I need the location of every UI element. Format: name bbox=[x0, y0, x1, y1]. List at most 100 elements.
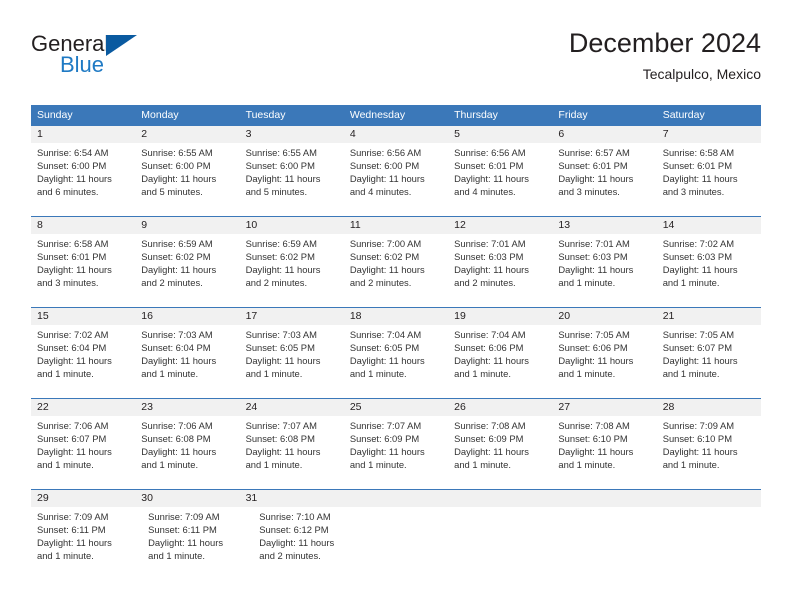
day-cell-empty bbox=[662, 507, 761, 580]
day-number[interactable]: 18 bbox=[344, 308, 448, 325]
day-cell[interactable]: Sunrise: 6:56 AM Sunset: 6:01 PM Dayligh… bbox=[448, 143, 552, 216]
day-number[interactable]: 31 bbox=[240, 490, 344, 507]
day-cell[interactable]: Sunrise: 6:56 AM Sunset: 6:00 PM Dayligh… bbox=[344, 143, 448, 216]
day-cell[interactable]: Sunrise: 7:01 AM Sunset: 6:03 PM Dayligh… bbox=[448, 234, 552, 307]
day-cell[interactable]: Sunrise: 7:05 AM Sunset: 6:07 PM Dayligh… bbox=[657, 325, 761, 398]
day-cell[interactable]: Sunrise: 7:10 AM Sunset: 6:12 PM Dayligh… bbox=[253, 507, 364, 580]
daylight-text-line1: Daylight: 11 hours bbox=[454, 355, 529, 367]
day-number[interactable]: 11 bbox=[344, 217, 448, 234]
day-number[interactable]: 23 bbox=[135, 399, 239, 416]
weekday-header-monday: Monday bbox=[141, 109, 179, 121]
day-cell[interactable]: Sunrise: 7:02 AM Sunset: 6:04 PM Dayligh… bbox=[31, 325, 135, 398]
day-number[interactable]: 17 bbox=[240, 308, 344, 325]
daylight-text-line2: and 1 minute. bbox=[349, 459, 407, 471]
week-day-number-band: 15 16 17 18 19 20 21 bbox=[31, 308, 761, 325]
day-number[interactable]: 22 bbox=[31, 399, 135, 416]
day-number[interactable]: 10 bbox=[240, 217, 344, 234]
day-cell[interactable]: Sunrise: 7:09 AM Sunset: 6:11 PM Dayligh… bbox=[142, 507, 253, 580]
day-cell-empty bbox=[563, 507, 662, 580]
blue-triangle-icon bbox=[106, 35, 137, 56]
day-cell[interactable]: Sunrise: 7:01 AM Sunset: 6:03 PM Dayligh… bbox=[552, 234, 656, 307]
sunrise-text: Sunrise: 7:02 AM bbox=[662, 238, 735, 249]
day-number[interactable]: 12 bbox=[448, 217, 552, 234]
day-cell[interactable]: Sunrise: 7:04 AM Sunset: 6:05 PM Dayligh… bbox=[344, 325, 448, 398]
day-cell[interactable]: Sunrise: 6:54 AM Sunset: 6:00 PM Dayligh… bbox=[31, 143, 135, 216]
sunset-text: Sunset: 6:10 PM bbox=[558, 433, 628, 445]
day-cell[interactable]: Sunrise: 7:00 AM Sunset: 6:02 PM Dayligh… bbox=[344, 234, 448, 307]
sunrise-text: Sunrise: 7:07 AM bbox=[245, 420, 317, 431]
day-cell[interactable]: Sunrise: 7:02 AM Sunset: 6:03 PM Dayligh… bbox=[657, 234, 761, 307]
sunrise-text: Sunrise: 7:00 AM bbox=[349, 238, 422, 249]
calendar-page: General Blue December 2024 Tecalpulco, M… bbox=[0, 0, 792, 612]
day-number[interactable]: 14 bbox=[657, 217, 761, 234]
day-cell[interactable]: Sunrise: 7:08 AM Sunset: 6:10 PM Dayligh… bbox=[552, 416, 656, 489]
day-number[interactable]: 7 bbox=[657, 126, 761, 143]
day-cell[interactable]: Sunrise: 7:04 AM Sunset: 6:06 PM Dayligh… bbox=[448, 325, 552, 398]
sunset-text: Sunset: 6:03 PM bbox=[454, 251, 524, 263]
weekday-header-friday: Friday bbox=[558, 109, 588, 121]
daylight-text-line2: and 1 minute. bbox=[662, 277, 720, 289]
location-label: Tecalpulco, Mexico bbox=[642, 66, 761, 82]
day-cell[interactable]: Sunrise: 6:59 AM Sunset: 6:02 PM Dayligh… bbox=[135, 234, 239, 307]
day-number[interactable]: 2 bbox=[135, 126, 239, 143]
weekday-header-thursday: Thursday bbox=[454, 109, 498, 121]
week-day-number-band: 29 30 31 bbox=[31, 490, 761, 507]
day-cell[interactable]: Sunrise: 7:03 AM Sunset: 6:04 PM Dayligh… bbox=[135, 325, 239, 398]
daylight-text-line1: Daylight: 11 hours bbox=[558, 446, 634, 458]
day-number[interactable]: 5 bbox=[448, 126, 552, 143]
day-cell[interactable]: Sunrise: 6:59 AM Sunset: 6:02 PM Dayligh… bbox=[240, 234, 344, 307]
general-blue-logo[interactable]: General Blue bbox=[31, 32, 151, 84]
sunrise-text: Sunrise: 7:08 AM bbox=[454, 420, 526, 431]
day-number[interactable]: 29 bbox=[31, 490, 135, 507]
week-detail-band: Sunrise: 7:09 AM Sunset: 6:11 PM Dayligh… bbox=[31, 507, 761, 580]
day-cell[interactable]: Sunrise: 6:55 AM Sunset: 6:00 PM Dayligh… bbox=[135, 143, 239, 216]
day-cell[interactable]: Sunrise: 7:09 AM Sunset: 6:10 PM Dayligh… bbox=[657, 416, 761, 489]
day-number[interactable]: 20 bbox=[552, 308, 656, 325]
day-number[interactable]: 25 bbox=[344, 399, 448, 416]
daylight-text-line1: Daylight: 11 hours bbox=[141, 264, 217, 276]
day-cell[interactable]: Sunrise: 7:08 AM Sunset: 6:09 PM Dayligh… bbox=[448, 416, 552, 489]
day-number[interactable]: 21 bbox=[657, 308, 761, 325]
day-cell[interactable]: Sunrise: 6:55 AM Sunset: 6:00 PM Dayligh… bbox=[240, 143, 344, 216]
calendar-grid: Sunday Monday Tuesday Wednesday Thursday… bbox=[31, 105, 761, 580]
day-cell[interactable]: Sunrise: 7:03 AM Sunset: 6:05 PM Dayligh… bbox=[240, 325, 344, 398]
day-cell[interactable]: Sunrise: 7:06 AM Sunset: 6:07 PM Dayligh… bbox=[31, 416, 135, 489]
daylight-text-line1: Daylight: 11 hours bbox=[349, 173, 425, 185]
day-cell[interactable]: Sunrise: 6:58 AM Sunset: 6:01 PM Dayligh… bbox=[657, 143, 761, 216]
daylight-text-line1: Daylight: 11 hours bbox=[37, 537, 112, 549]
day-cell[interactable]: Sunrise: 7:07 AM Sunset: 6:09 PM Dayligh… bbox=[344, 416, 448, 489]
day-number-empty bbox=[657, 490, 761, 507]
day-number[interactable]: 1 bbox=[31, 126, 135, 143]
day-cell[interactable]: Sunrise: 7:06 AM Sunset: 6:08 PM Dayligh… bbox=[135, 416, 239, 489]
day-number[interactable]: 4 bbox=[344, 126, 448, 143]
sunset-text: Sunset: 6:07 PM bbox=[662, 342, 732, 354]
day-number[interactable]: 19 bbox=[448, 308, 552, 325]
day-number[interactable]: 24 bbox=[240, 399, 344, 416]
daylight-text-line2: and 1 minute. bbox=[349, 368, 407, 380]
page-header: General Blue December 2024 Tecalpulco, M… bbox=[31, 26, 761, 98]
sunset-text: Sunset: 6:09 PM bbox=[349, 433, 420, 445]
day-number[interactable]: 3 bbox=[240, 126, 344, 143]
daylight-text-line1: Daylight: 11 hours bbox=[37, 446, 112, 458]
sunset-text: Sunset: 6:08 PM bbox=[245, 433, 315, 445]
day-cell[interactable]: Sunrise: 6:58 AM Sunset: 6:01 PM Dayligh… bbox=[31, 234, 135, 307]
day-cell[interactable]: Sunrise: 7:07 AM Sunset: 6:08 PM Dayligh… bbox=[240, 416, 344, 489]
day-number[interactable]: 28 bbox=[657, 399, 761, 416]
day-cell[interactable]: Sunrise: 6:57 AM Sunset: 6:01 PM Dayligh… bbox=[552, 143, 656, 216]
sunrise-text: Sunrise: 6:55 AM bbox=[245, 147, 317, 158]
day-cell[interactable]: Sunrise: 7:09 AM Sunset: 6:11 PM Dayligh… bbox=[31, 507, 142, 580]
daylight-text-line2: and 1 minute. bbox=[37, 368, 94, 380]
day-number[interactable]: 27 bbox=[552, 399, 656, 416]
day-number[interactable]: 26 bbox=[448, 399, 552, 416]
day-number[interactable]: 15 bbox=[31, 308, 135, 325]
day-number[interactable]: 6 bbox=[552, 126, 656, 143]
day-number[interactable]: 30 bbox=[135, 490, 239, 507]
sunset-text: Sunset: 6:01 PM bbox=[37, 251, 107, 263]
day-number[interactable]: 16 bbox=[135, 308, 239, 325]
daylight-text-line2: and 5 minutes. bbox=[141, 186, 203, 198]
day-number[interactable]: 13 bbox=[552, 217, 656, 234]
day-number[interactable]: 8 bbox=[31, 217, 135, 234]
day-number[interactable]: 9 bbox=[135, 217, 239, 234]
day-cell[interactable]: Sunrise: 7:05 AM Sunset: 6:06 PM Dayligh… bbox=[552, 325, 656, 398]
sunrise-text: Sunrise: 7:09 AM bbox=[662, 420, 735, 431]
